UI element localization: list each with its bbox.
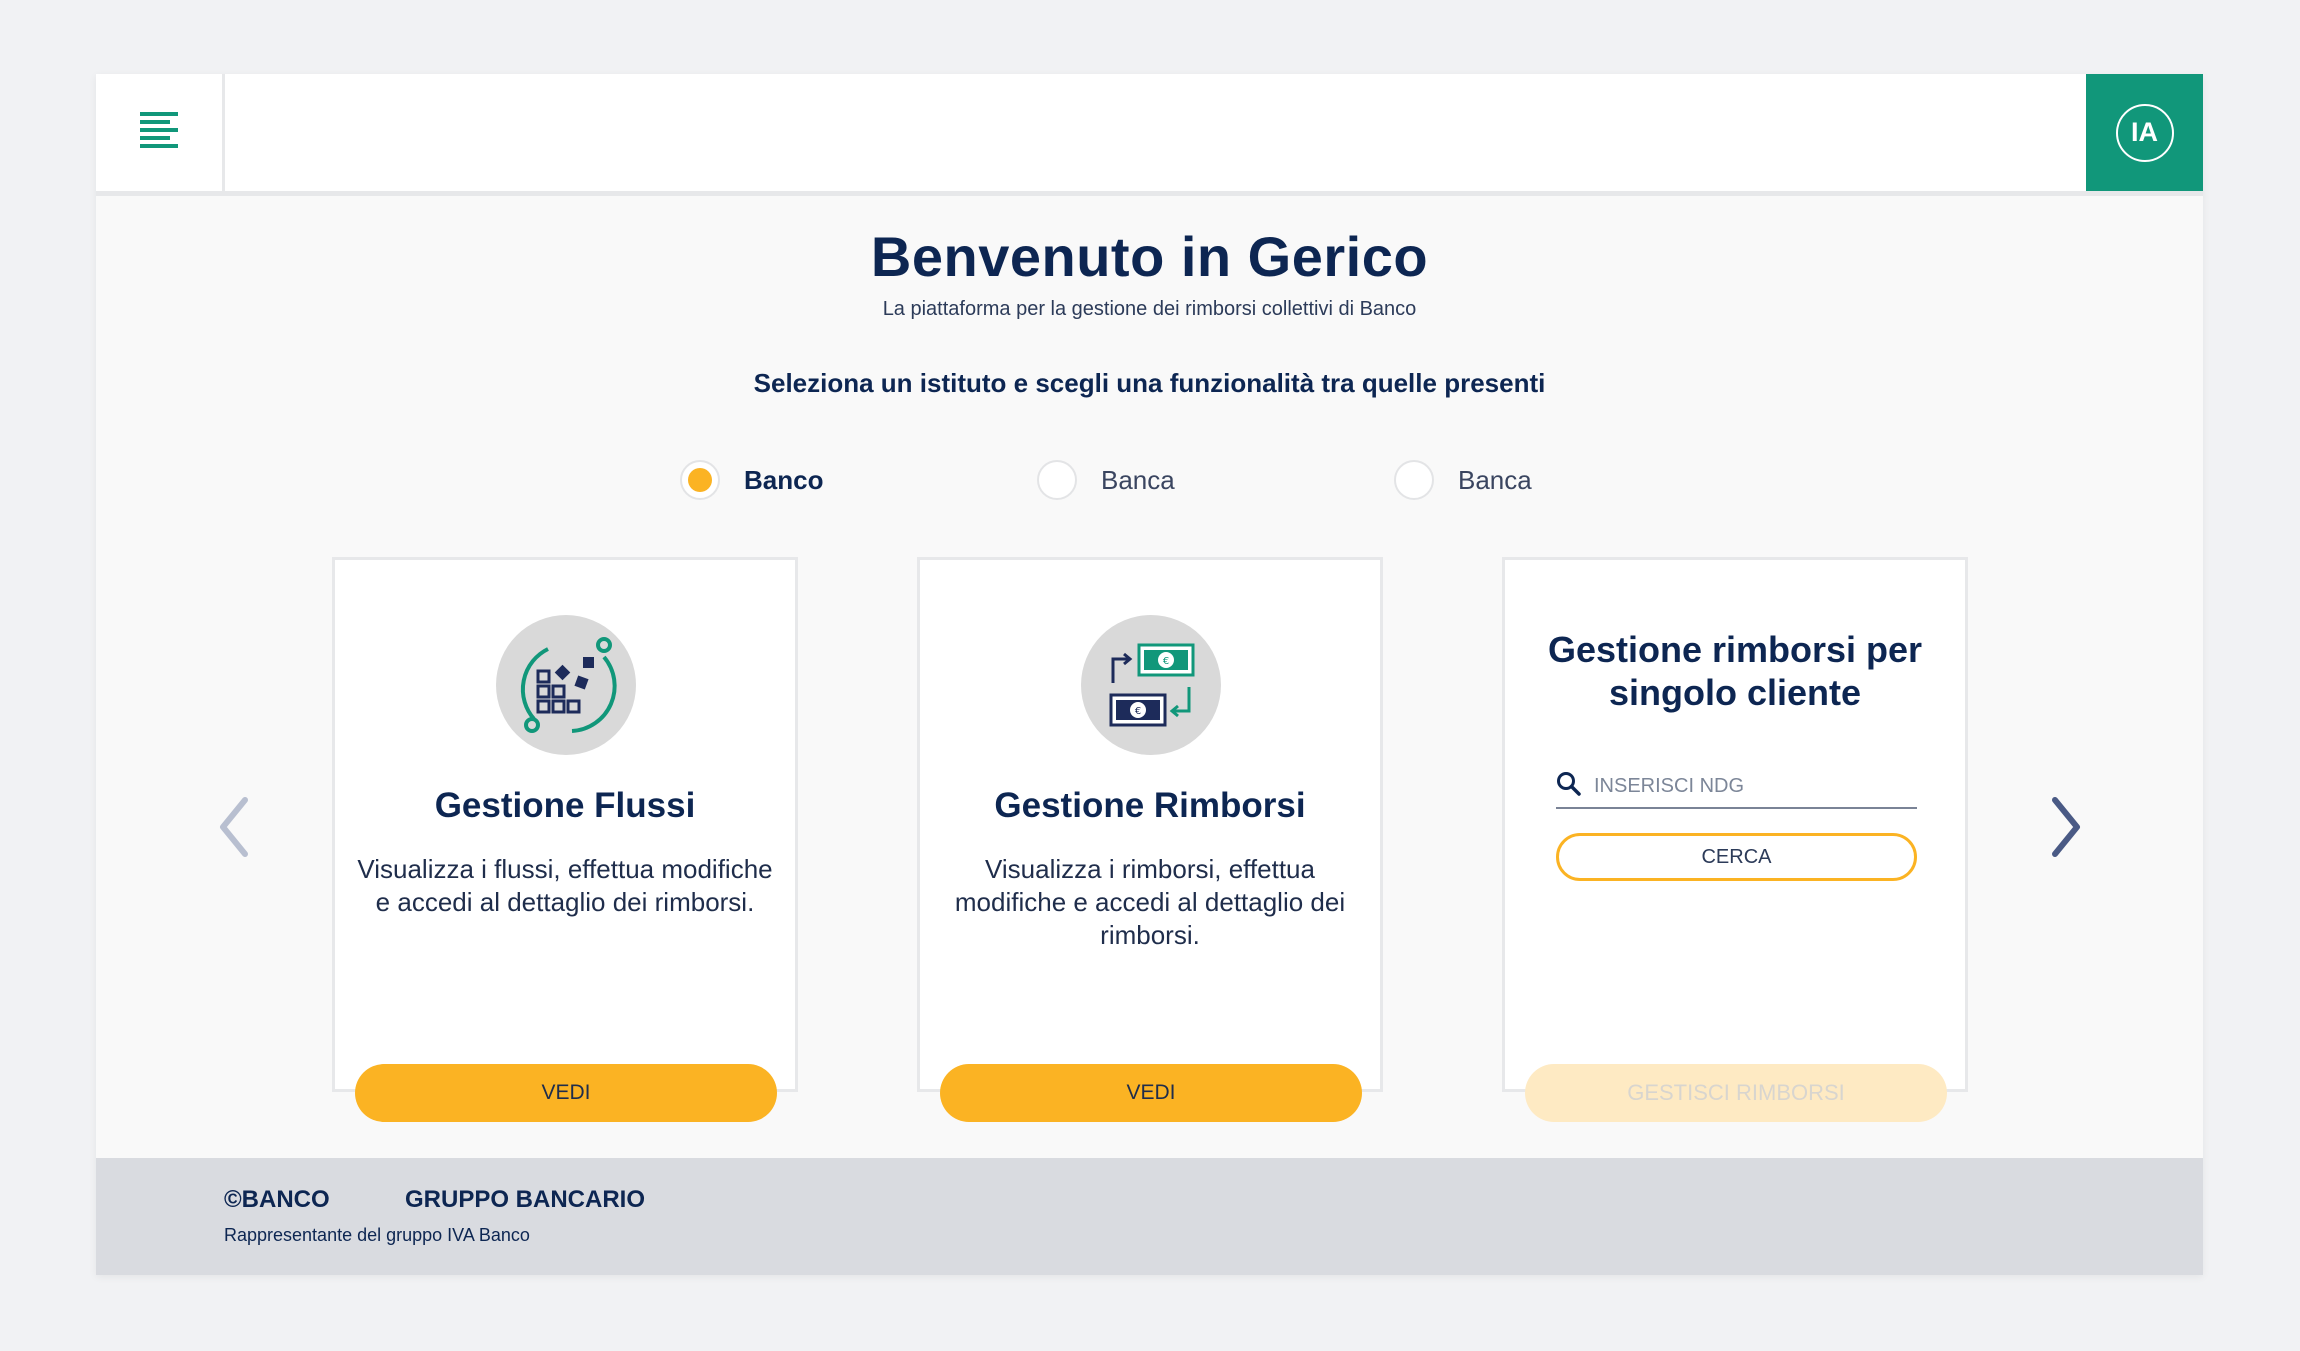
- footer-brand: ©BANCO: [224, 1186, 330, 1213]
- svg-text:€: €: [1135, 706, 1141, 717]
- vedi-rimborsi-button[interactable]: VEDI: [940, 1064, 1362, 1122]
- radio-institute-banca-1[interactable]: Banca: [1037, 458, 1175, 502]
- card-description: Visualizza i flussi, effettua modifiche …: [357, 854, 773, 917]
- chevron-left-icon: [217, 796, 251, 863]
- vedi-flussi-button[interactable]: VEDI: [355, 1064, 777, 1122]
- ndg-search-field: [1556, 765, 1917, 809]
- card-title: Gestione rimborsi per singolo cliente: [1547, 629, 1923, 713]
- carousel-prev-button[interactable]: [212, 794, 256, 864]
- cerca-button[interactable]: CERCA: [1556, 833, 1917, 881]
- radio-button-checked[interactable]: [680, 460, 720, 500]
- workflow-blocks-icon: [496, 615, 636, 755]
- search-icon: [1556, 771, 1582, 802]
- radio-label: Banca: [1458, 464, 1532, 495]
- footer-group: GRUPPO BANCARIO: [405, 1186, 646, 1213]
- card-gestione-flussi: Gestione Flussi Visualizza i flussi, eff…: [332, 557, 798, 1122]
- instruction-text: Seleziona un istituto e scegli una funzi…: [753, 368, 1546, 398]
- card-rimborsi-singolo-cliente: Gestione rimborsi per singolo cliente CE…: [1502, 557, 1968, 1122]
- card-description: Visualizza i rimborsi, effettua modifich…: [954, 854, 1346, 950]
- radio-institute-banca-2[interactable]: Banca: [1394, 458, 1532, 502]
- menu-button[interactable]: [96, 74, 225, 191]
- card-title: Gestione Rimborsi: [994, 786, 1306, 825]
- radio-label: Banca: [1101, 464, 1175, 495]
- chevron-right-icon: [2049, 796, 2083, 863]
- hamburger-menu-icon: [140, 112, 178, 153]
- user-area: IA: [2086, 74, 2203, 191]
- footer-note: Rappresentante del gruppo IVA Banco: [224, 1225, 530, 1245]
- top-header: IA: [96, 74, 2203, 196]
- card-gestione-rimborsi: € € Gestione Rimborsi Visualizza i rimbo…: [917, 557, 1383, 1122]
- page-title: Benvenuto in Gerico: [870, 225, 1429, 288]
- app-window: IA Benvenuto in Gerico La piattaforma pe…: [96, 74, 2203, 1275]
- radio-label: Banco: [744, 464, 824, 495]
- svg-text:€: €: [1163, 656, 1169, 667]
- carousel-next-button[interactable]: [2044, 794, 2088, 864]
- ndg-search-input[interactable]: [1592, 773, 1906, 799]
- card-title: Gestione Flussi: [434, 786, 696, 825]
- user-avatar[interactable]: IA: [2115, 103, 2174, 162]
- radio-institute-banco[interactable]: Banco: [680, 458, 823, 502]
- radio-button[interactable]: [1037, 460, 1077, 500]
- radio-button[interactable]: [1394, 460, 1434, 500]
- page-footer: ©BANCO GRUPPO BANCARIO Rappresentante de…: [96, 1158, 2203, 1275]
- money-exchange-icon: € €: [1081, 615, 1221, 755]
- page-subtitle: La piattaforma per la gestione dei rimbo…: [882, 298, 1417, 320]
- gestisci-rimborsi-button[interactable]: GESTISCI RIMBORSI: [1525, 1064, 1947, 1122]
